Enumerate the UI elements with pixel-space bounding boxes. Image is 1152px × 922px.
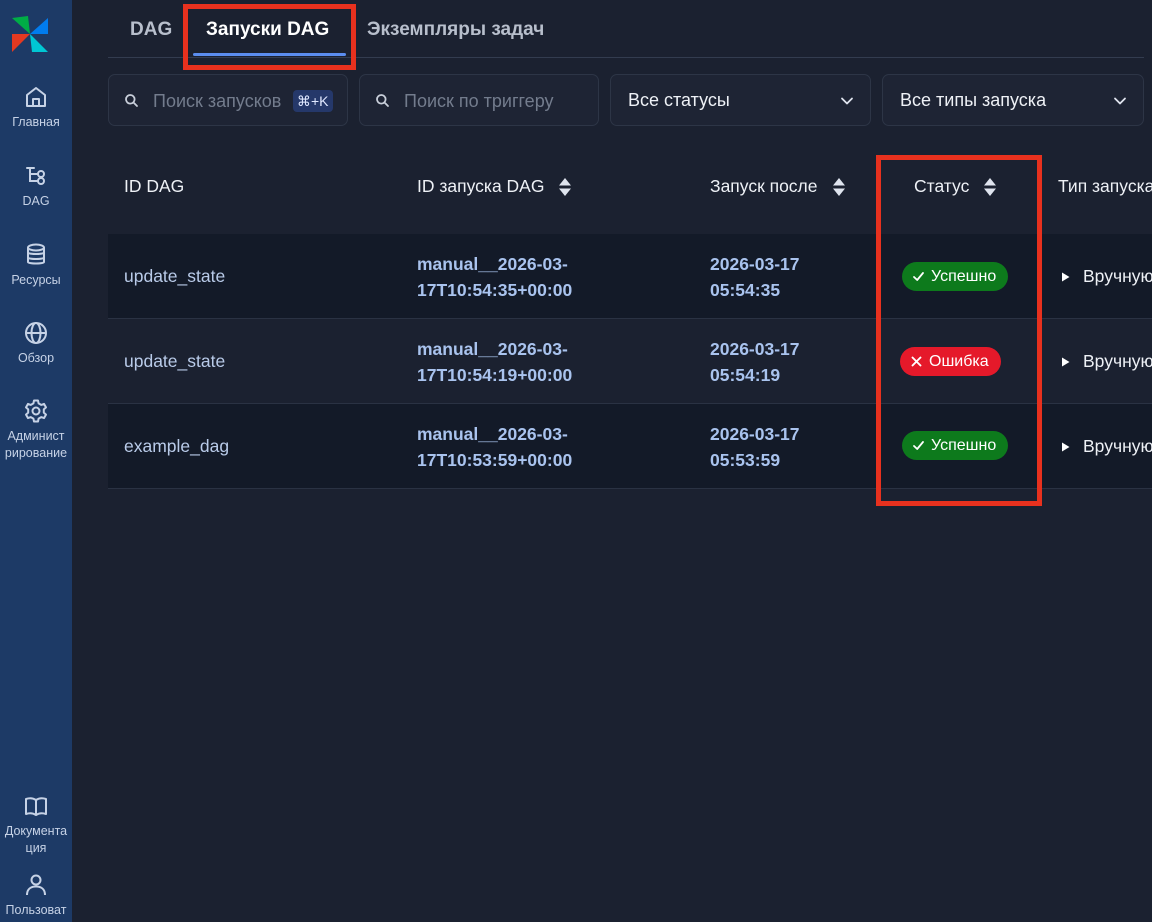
run-after-time: 05:54:19 [710, 365, 781, 385]
run-id-line: 17T10:53:59+00:00 [417, 450, 573, 470]
sidebar-item-label: Пользоват [5, 903, 67, 917]
sidebar-item-admin[interactable]: Админист рирование [0, 398, 72, 462]
sort-icon[interactable] [983, 177, 997, 197]
search-runs-field[interactable]: ⌘+K [108, 74, 348, 126]
sidebar: Главная DAG Ресурсы Обзор Админист риров… [0, 0, 72, 922]
run-after-date: 2026-03-17 [710, 424, 800, 444]
run-id-link[interactable]: manual__2026-03- 17T10:54:35+00:00 [417, 251, 572, 303]
shortcut-badge: ⌘+K [293, 90, 333, 112]
column-header-label: Тип запуска [1058, 176, 1152, 196]
search-trigger-input[interactable] [404, 87, 584, 115]
home-icon [26, 87, 46, 107]
check-icon [913, 441, 924, 450]
run-type-select[interactable]: Все типы запуска [882, 74, 1144, 126]
status-text: Ошибка [929, 352, 989, 370]
chevron-down-icon [1114, 97, 1126, 105]
table-row[interactable]: update_state manual__2026-03- 17T10:54:1… [108, 319, 1152, 403]
sort-icon[interactable] [558, 177, 572, 197]
airflow-logo-icon[interactable] [8, 12, 52, 56]
status-badge: Ошибка [900, 347, 1001, 376]
run-after-value: 2026-03-17 05:53:59 [710, 421, 800, 473]
column-header-label: Запуск после [710, 176, 818, 196]
run-type-text: Вручную [1083, 266, 1152, 286]
dag-icon [26, 167, 45, 185]
dag-id-link[interactable]: example_dag [124, 436, 229, 457]
sidebar-item-browse[interactable]: Обзор [0, 320, 72, 367]
column-header-label: ID DAG [124, 176, 185, 196]
run-type-text: Вручную [1083, 351, 1152, 371]
sort-icon[interactable] [832, 177, 846, 197]
column-header-status[interactable]: Статус [914, 176, 997, 197]
active-tab-indicator [193, 53, 346, 56]
chevron-down-icon [841, 97, 853, 105]
tab-task-instances[interactable]: Экземпляры задач [367, 19, 544, 41]
tab-dag-runs[interactable]: Запуски DAG [206, 19, 329, 41]
run-after-time: 05:54:35 [710, 280, 781, 300]
status-select-value: Все статусы [628, 90, 730, 110]
sidebar-item-label: DAG [22, 194, 50, 208]
x-icon [911, 356, 922, 367]
run-after-value: 2026-03-17 05:54:35 [710, 251, 800, 303]
sidebar-item-user[interactable]: Пользоват [0, 872, 72, 919]
play-icon [1062, 442, 1070, 451]
search-icon [376, 94, 389, 107]
sidebar-item-home[interactable]: Главная [0, 84, 72, 131]
run-type-value: Вручную [1061, 436, 1152, 457]
status-badge: Успешно [902, 431, 1009, 460]
sidebar-item-label: Обзор [17, 351, 55, 365]
globe-icon [25, 322, 47, 344]
play-icon [1062, 357, 1070, 366]
sidebar-item-label: Ресурсы [11, 273, 61, 287]
status-badge: Успешно [902, 262, 1009, 291]
table-row[interactable]: example_dag manual__2026-03- 17T10:53:59… [108, 404, 1152, 488]
sidebar-item-docs[interactable]: Документа ция [0, 793, 72, 857]
run-id-link[interactable]: manual__2026-03- 17T10:54:19+00:00 [417, 336, 572, 388]
column-header-dag-id: ID DAG [124, 176, 184, 197]
tab-dags[interactable]: DAG [130, 19, 172, 41]
column-header-label: ID запуска DAG [417, 176, 545, 196]
run-after-date: 2026-03-17 [710, 339, 800, 359]
dag-id-link[interactable]: update_state [124, 266, 225, 287]
run-id-line: 17T10:54:35+00:00 [417, 280, 573, 300]
column-header-run-id[interactable]: ID запуска DAG [417, 176, 572, 197]
run-type-text: Вручную [1083, 436, 1152, 456]
search-trigger-field[interactable] [359, 74, 599, 126]
run-type-value: Вручную [1061, 266, 1152, 287]
run-id-line: manual__2026-03- [417, 339, 568, 359]
run-id-link[interactable]: manual__2026-03- 17T10:53:59+00:00 [417, 421, 572, 473]
status-text: Успешно [931, 267, 997, 285]
dag-id-link[interactable]: update_state [124, 351, 225, 372]
table-row[interactable]: update_state manual__2026-03- 17T10:54:3… [108, 234, 1152, 319]
run-id-line: 17T10:54:19+00:00 [417, 365, 573, 385]
database-icon [27, 243, 45, 265]
status-text: Успешно [931, 436, 997, 454]
sidebar-item-dag[interactable]: DAG [0, 163, 72, 210]
play-icon [1062, 272, 1070, 281]
sidebar-item-label: Главная [12, 115, 60, 129]
column-header-run-type: Тип запуска [1058, 176, 1152, 197]
sidebar-item-label: Админист рирование [4, 429, 68, 460]
check-icon [913, 272, 924, 281]
column-header-label: Статус [914, 176, 970, 196]
run-id-line: manual__2026-03- [417, 424, 568, 444]
run-type-value: Вручную [1061, 351, 1152, 372]
gear-icon [25, 399, 47, 423]
row-divider [108, 488, 1152, 489]
run-after-value: 2026-03-17 05:54:19 [710, 336, 800, 388]
run-id-line: manual__2026-03- [417, 254, 568, 274]
column-header-run-after[interactable]: Запуск после [710, 176, 846, 197]
run-type-select-value: Все типы запуска [900, 90, 1047, 110]
user-icon [26, 874, 46, 896]
sidebar-item-label: Документа ция [4, 824, 68, 855]
run-after-date: 2026-03-17 [710, 254, 800, 274]
search-runs-input[interactable] [153, 87, 293, 115]
search-icon [125, 94, 138, 107]
status-select[interactable]: Все статусы [610, 74, 871, 126]
book-icon [25, 797, 47, 816]
run-after-time: 05:53:59 [710, 450, 781, 470]
sidebar-item-assets[interactable]: Ресурсы [0, 242, 72, 289]
